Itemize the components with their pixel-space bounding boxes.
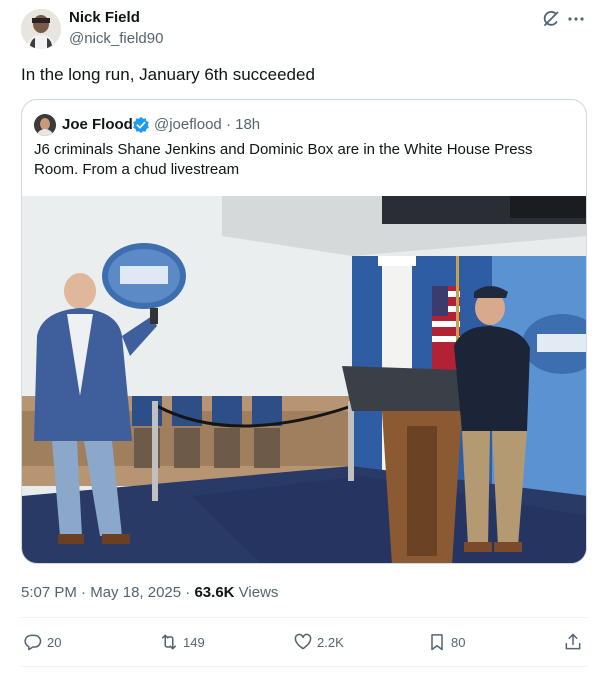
reply-button[interactable]: 20 xyxy=(23,629,61,655)
divider xyxy=(21,617,587,618)
more-icon[interactable] xyxy=(566,9,586,29)
like-button[interactable]: 2.2K xyxy=(293,629,344,655)
quote-author-handle[interactable]: @joeflood xyxy=(154,116,222,133)
quote-avatar[interactable] xyxy=(34,114,56,136)
reply-icon xyxy=(24,634,42,651)
separator-dot: · xyxy=(225,116,236,133)
retweet-icon xyxy=(162,634,176,650)
avatar[interactable] xyxy=(21,9,61,49)
like-count: 2.2K xyxy=(317,634,344,650)
action-bar: 20 149 2.2K 80 xyxy=(21,629,587,655)
divider xyxy=(21,666,587,667)
share-button[interactable] xyxy=(563,629,587,655)
quoted-tweet[interactable]: Joe Flood @joeflood · 18h J6 criminals S… xyxy=(21,99,587,564)
quote-age[interactable]: 18h xyxy=(235,116,260,133)
retweet-count: 149 xyxy=(183,634,205,650)
views-count: 63.6K xyxy=(194,584,235,601)
quote-meta: @joeflood · 18h xyxy=(154,116,260,134)
quote-text: J6 criminals Shane Jenkins and Dominic B… xyxy=(34,141,533,178)
separator-dot: · xyxy=(81,584,91,601)
bookmark-button[interactable]: 80 xyxy=(427,629,465,655)
retweet-button[interactable]: 149 xyxy=(159,629,205,655)
heart-icon xyxy=(294,633,312,650)
bookmark-icon xyxy=(431,634,443,651)
reply-count: 20 xyxy=(47,634,62,650)
quote-photo[interactable] xyxy=(22,196,586,563)
bookmark-count: 80 xyxy=(451,634,466,650)
quote-author-name[interactable]: Joe Flood xyxy=(62,116,133,134)
tweet-text: In the long run, January 6th succeeded xyxy=(21,65,315,84)
verified-badge-icon xyxy=(132,116,150,134)
tweet-date[interactable]: May 18, 2025 xyxy=(90,584,181,601)
author-name[interactable]: Nick Field xyxy=(69,9,140,27)
share-icon xyxy=(565,633,581,650)
tweet-timestamp: 5:07 PM · May 18, 2025 · 63.6K Views xyxy=(21,584,278,602)
grok-icon[interactable] xyxy=(541,9,561,29)
author-handle[interactable]: @nick_field90 xyxy=(69,30,163,48)
views-label: Views xyxy=(238,584,279,601)
tweet-time[interactable]: 5:07 PM xyxy=(21,584,77,601)
